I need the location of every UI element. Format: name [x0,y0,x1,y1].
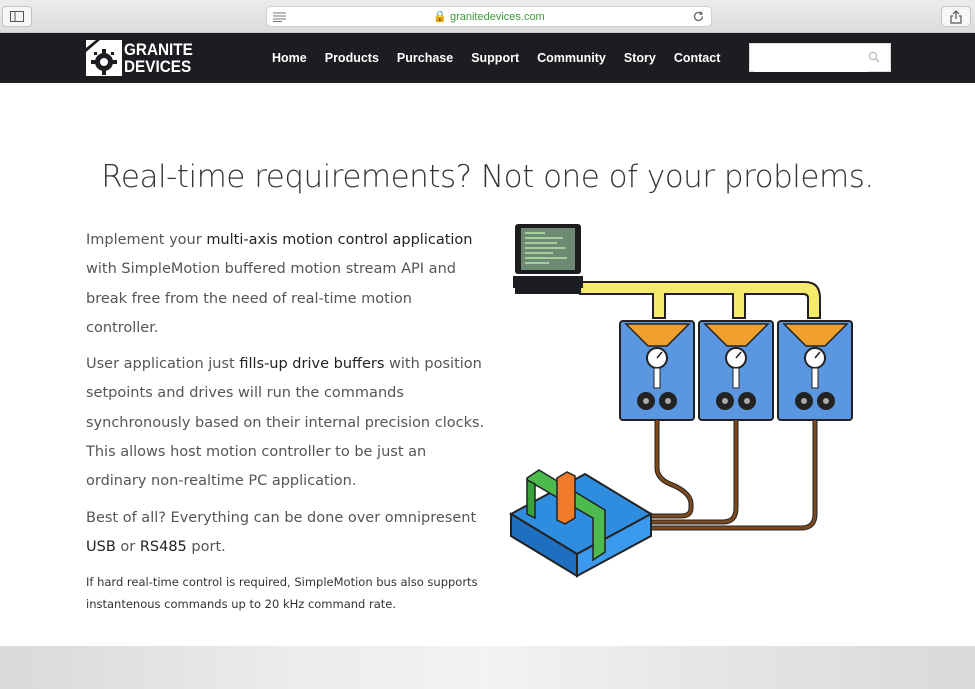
logo-line-2: DEVICES [124,57,192,76]
url-label: granitedevices.com [449,11,545,23]
sidebar-icon [10,11,24,22]
realtime-note: If hard real-time control is required, S… [86,575,478,612]
nav-story[interactable]: Story [624,51,656,65]
computer-icon [513,224,583,294]
logo-line-1: GRANITE [124,40,193,59]
sidebar-toggle-button[interactable] [2,6,32,27]
nav-home[interactable]: Home [272,51,307,65]
paragraph-2: User application just fills-up drive buf… [86,356,485,490]
motion-system-illustration [508,224,853,578]
url-text: 🔒 granitedevices.com [267,10,711,23]
address-bar[interactable]: 🔒 granitedevices.com [266,6,712,27]
nav-support[interactable]: Support [471,51,519,65]
drive-3 [777,320,853,421]
footer-section [0,646,975,689]
site-header: GRANITE DEVICES Home Products Purchase S… [0,33,975,83]
granite-devices-logo[interactable]: GRANITE DEVICES [86,40,193,76]
gear-logo-icon [86,40,122,76]
nav-community[interactable]: Community [537,51,606,65]
nav-purchase[interactable]: Purchase [397,51,453,65]
main-nav: Home Products Purchase Support Community… [272,33,738,83]
nav-products[interactable]: Products [325,51,379,65]
page-title: Real-time requirements? Not one of your … [101,159,874,195]
share-button[interactable] [941,6,971,27]
intro-text: Implement your multi-axis motion control… [86,226,486,622]
share-icon [950,9,962,24]
paragraph-3: Best of all? Everything can be done over… [86,509,477,555]
search-icon[interactable] [868,51,880,63]
search-input[interactable] [754,45,868,72]
logo-wordmark: GRANITE DEVICES [124,41,193,75]
communication-bus [579,281,821,319]
drive-1 [619,320,695,421]
site-search [749,43,891,72]
browser-toolbar: 🔒 granitedevices.com [0,0,975,33]
drive-2 [698,320,774,421]
motor-wires [651,420,818,531]
xy-table-machine [508,469,654,578]
nav-contact[interactable]: Contact [674,51,721,65]
paragraph-1: Implement your multi-axis motion control… [86,232,473,336]
reload-icon[interactable] [692,10,705,23]
lock-icon: 🔒 [433,11,447,23]
